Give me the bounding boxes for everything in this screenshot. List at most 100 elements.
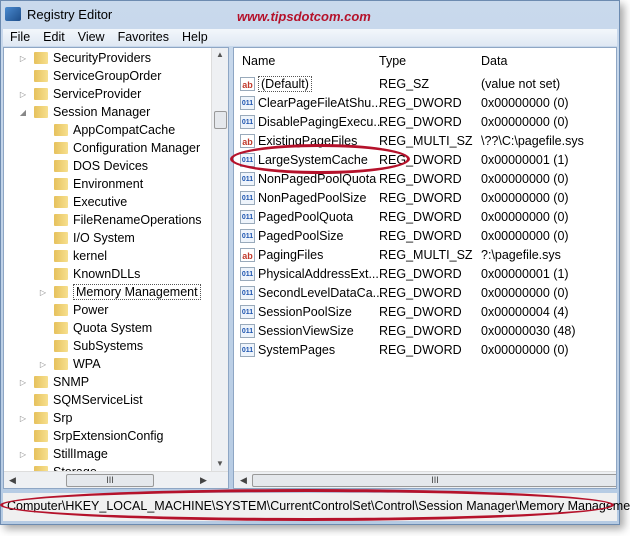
tree-item-label: WPA <box>73 357 101 371</box>
list-row[interactable]: 011 SessionPoolSize REG_DWORD 0x00000004 (4… <box>238 302 613 321</box>
folder-icon <box>54 142 68 154</box>
expand-icon[interactable]: ▷ <box>18 450 28 459</box>
folder-icon <box>34 430 48 442</box>
scroll-thumb[interactable] <box>214 111 227 129</box>
tree-item[interactable]: ▷ ServiceProvider <box>18 85 141 103</box>
expand-icon[interactable]: ◢ <box>18 108 28 117</box>
tree-item[interactable]: SubSystems <box>38 337 143 355</box>
list-row[interactable]: 011 PhysicalAddressExt... REG_DWORD 0x00000… <box>238 264 613 283</box>
value-name: (Default) <box>258 75 312 92</box>
tree-item[interactable]: AppCompatCache <box>38 121 175 139</box>
folder-icon <box>54 124 68 136</box>
tree-item[interactable]: Configuration Manager <box>38 139 200 157</box>
dword-value-icon: 011 <box>240 190 255 205</box>
list-row[interactable]: 011 NonPagedPoolSize REG_DWORD 0x00000000 (… <box>238 188 613 207</box>
expand-icon[interactable]: ▷ <box>38 288 48 297</box>
tree-item[interactable]: Executive <box>38 193 127 211</box>
tree-item[interactable]: FileRenameOperations <box>38 211 202 229</box>
column-header-type[interactable]: Type <box>379 54 406 68</box>
list-horizontal-scrollbar[interactable]: ◀ III <box>234 471 616 488</box>
tree-item-label: ServiceGroupOrder <box>53 69 162 83</box>
tree-item[interactable]: Environment <box>38 175 143 193</box>
value-data: (value not set) <box>481 76 561 91</box>
value-name: ExistingPageFiles <box>258 133 358 148</box>
tree-item[interactable]: ServiceGroupOrder <box>18 67 161 85</box>
string-value-icon: ab <box>240 76 255 91</box>
tree-item-label: SecurityProviders <box>53 51 151 65</box>
list-row[interactable]: 011 SecondLevelDataCa... REG_DWORD 0x000000… <box>238 283 613 302</box>
folder-icon <box>34 412 48 424</box>
tree-item[interactable]: SQMServiceList <box>18 391 143 409</box>
folder-icon <box>34 52 48 64</box>
dword-value-icon: 011 <box>240 209 255 224</box>
tree-item[interactable]: ▷ StillImage <box>18 445 108 463</box>
tree-item[interactable]: ▷ SecurityProviders <box>18 49 151 67</box>
folder-icon <box>34 88 48 100</box>
folder-icon <box>54 160 68 172</box>
scroll-thumb[interactable]: III <box>252 474 616 487</box>
column-header-data[interactable]: Data <box>481 54 507 68</box>
expand-icon[interactable]: ▷ <box>18 54 28 63</box>
tree-item-label: SQMServiceList <box>53 393 143 407</box>
menu-edit[interactable]: Edit <box>36 29 71 46</box>
tree-item[interactable]: DOS Devices <box>38 157 148 175</box>
expand-icon[interactable]: ▷ <box>18 378 28 387</box>
tree-item[interactable]: Quota System <box>38 319 152 337</box>
column-header-name[interactable]: Name <box>242 54 275 68</box>
status-bar-path: Computer\HKEY_LOCAL_MACHINE\SYSTEM\Curre… <box>3 493 630 521</box>
list-row[interactable]: 011 LargeSystemCache REG_DWORD 0x00000001 (… <box>238 150 613 169</box>
value-type: REG_DWORD <box>379 266 462 281</box>
folder-icon <box>54 286 68 298</box>
value-data: 0x00000030 (48) <box>481 323 576 338</box>
list-row[interactable]: ab PagingFiles REG_MULTI_SZ ?:\pagefile.sys <box>238 245 613 264</box>
tree-item[interactable]: ◢ Session Manager <box>18 103 150 121</box>
scroll-right-icon[interactable]: ▶ <box>200 475 207 486</box>
tree-item-label: SrpExtensionConfig <box>53 429 164 443</box>
expand-icon[interactable]: ▷ <box>38 360 48 369</box>
list-row[interactable]: 011 DisablePagingExecu... REG_DWORD 0x00000… <box>238 112 613 131</box>
folder-icon <box>54 268 68 280</box>
tree-vertical-scrollbar[interactable]: ▲ ▼ <box>211 48 228 488</box>
scroll-up-icon[interactable]: ▲ <box>216 50 224 59</box>
tree-item[interactable]: KnownDLLs <box>38 265 140 283</box>
list-row[interactable]: 011 SessionViewSize REG_DWORD 0x00000030 (4… <box>238 321 613 340</box>
menu-view[interactable]: View <box>71 29 111 46</box>
tree-item-label: DOS Devices <box>73 159 149 173</box>
dword-value-icon: 011 <box>240 95 255 110</box>
list-row[interactable]: 011 PagedPoolQuota REG_DWORD 0x00000000 (0) <box>238 207 613 226</box>
expand-icon[interactable]: ▷ <box>18 90 28 99</box>
scroll-thumb[interactable]: III <box>66 474 154 487</box>
values-list[interactable]: Name Type Data ab (Default) REG_SZ (value n… <box>233 47 617 489</box>
expand-icon[interactable]: ▷ <box>18 414 28 423</box>
tree-horizontal-scrollbar[interactable]: ◀ III ▶ <box>4 471 228 488</box>
tree-item[interactable]: ▷ SNMP <box>18 373 89 391</box>
value-data: 0x00000000 (0) <box>481 171 569 186</box>
list-row[interactable]: ab ExistingPageFiles REG_MULTI_SZ \??\C:\pa… <box>238 131 613 150</box>
tree-item[interactable]: I/O System <box>38 229 135 247</box>
key-tree[interactable]: ▷ SecurityProviders ServiceGroupOrder ▷ Serv… <box>3 47 229 489</box>
tree-item-label: kernel <box>73 249 108 263</box>
value-type: REG_DWORD <box>379 304 462 319</box>
scroll-down-icon[interactable]: ▼ <box>216 459 224 468</box>
tree-item[interactable]: ▷ Srp <box>18 409 73 427</box>
tree-item[interactable]: ▷ WPA <box>38 355 101 373</box>
tree-item[interactable]: SrpExtensionConfig <box>18 427 163 445</box>
scroll-left-icon[interactable]: ◀ <box>9 475 16 486</box>
list-row[interactable]: 011 SystemPages REG_DWORD 0x00000000 (0) <box>238 340 613 359</box>
list-row[interactable]: 011 ClearPageFileAtShu... REG_DWORD 0x00000… <box>238 93 613 112</box>
value-data: 0x00000000 (0) <box>481 95 569 110</box>
list-row[interactable]: 011 PagedPoolSize REG_DWORD 0x00000000 (0) <box>238 226 613 245</box>
tree-item-label: Session Manager <box>53 105 151 119</box>
tree-item[interactable]: Power <box>38 301 108 319</box>
menu-file[interactable]: File <box>3 29 36 46</box>
scroll-left-icon[interactable]: ◀ <box>240 475 247 486</box>
list-row[interactable]: ab (Default) REG_SZ (value not set) <box>238 74 613 93</box>
dword-value-icon: 011 <box>240 304 255 319</box>
menu-favorites[interactable]: Favorites <box>111 29 175 46</box>
list-row[interactable]: 011 NonPagedPoolQuota REG_DWORD 0x00000000 … <box>238 169 613 188</box>
value-data: ?:\pagefile.sys <box>481 247 561 262</box>
tree-item-label: KnownDLLs <box>73 267 141 281</box>
menu-help[interactable]: Help <box>175 29 214 46</box>
tree-item[interactable]: ▷ Memory Management <box>38 283 201 301</box>
tree-item[interactable]: kernel <box>38 247 107 265</box>
